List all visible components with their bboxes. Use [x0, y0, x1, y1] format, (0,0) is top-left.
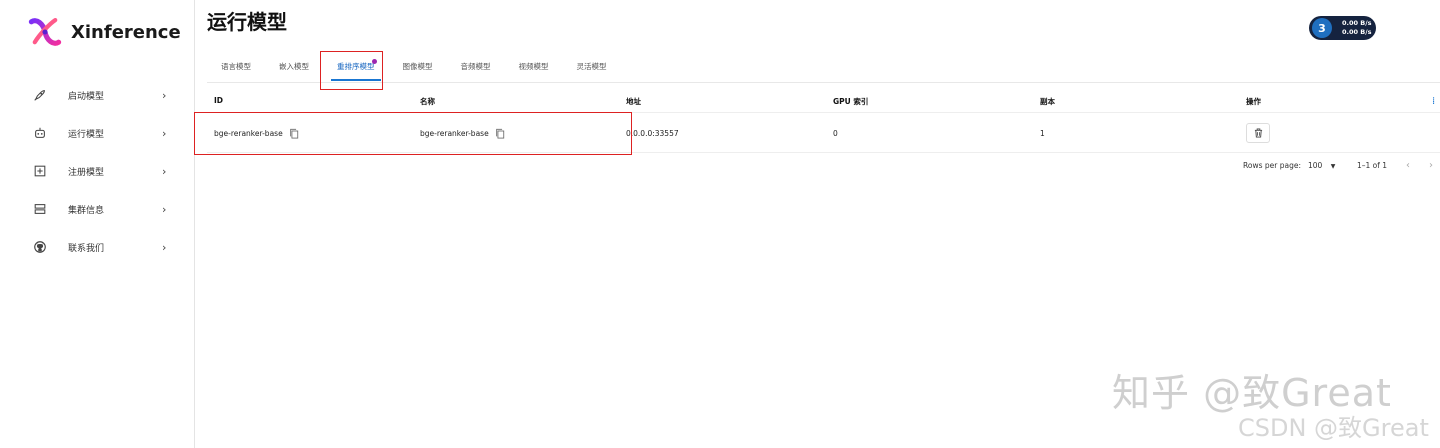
tab-label: 图像模型: [402, 61, 433, 71]
sidebar-item-label: 运行模型: [68, 129, 105, 140]
tab-audio-models[interactable]: 音频模型: [447, 50, 505, 82]
sidebar-item-register-model[interactable]: 注册模型 ›: [0, 156, 194, 186]
tab-label: 视频模型: [518, 61, 549, 71]
column-header-name: 名称: [420, 97, 435, 106]
rocket-icon: [33, 88, 47, 102]
column-header-id: ID: [214, 96, 224, 105]
rows-per-page-value: 100: [1308, 161, 1323, 170]
network-speed-icon: 3: [1312, 18, 1332, 38]
chevron-right-icon: ›: [162, 240, 167, 254]
tab-label: 嵌入模型: [279, 61, 309, 71]
column-settings-icon[interactable]: ⁞: [1432, 96, 1435, 107]
rows-per-page-select[interactable]: 100 ▼: [1308, 161, 1335, 170]
chevron-right-icon: ›: [162, 164, 167, 178]
tab-language-models[interactable]: 语言模型: [207, 50, 265, 82]
highlight-box-model-row: [194, 112, 632, 155]
sidebar-item-label: 集群信息: [68, 205, 105, 216]
tabs-divider: [207, 82, 1440, 83]
dropdown-arrow-icon: ▼: [1330, 163, 1336, 170]
chevron-right-icon: ›: [162, 202, 167, 216]
github-icon: [33, 240, 47, 254]
sidebar-item-label: 注册模型: [68, 167, 105, 178]
app-logo[interactable]: Xinference: [28, 15, 181, 49]
sidebar-item-running-models[interactable]: 运行模型 ›: [0, 118, 194, 148]
robot-icon: [33, 126, 47, 140]
tab-flexible-models[interactable]: 灵活模型: [563, 50, 621, 82]
rows-per-page-label: Rows per page:: [1243, 161, 1301, 170]
cell-address: 0.0.0.0:33557: [626, 129, 679, 138]
previous-page-button[interactable]: ‹: [1406, 160, 1410, 171]
cell-replica: 1: [1040, 129, 1045, 138]
sidebar-item-contact-us[interactable]: 联系我们 ›: [0, 232, 194, 262]
sidebar: Xinference 启动模型 › 运行模型 › 注册模型 › 集群信息 › 联…: [0, 0, 195, 448]
csdn-watermark: CSDN @致Great: [1238, 414, 1429, 442]
column-header-gpu-index: GPU 索引: [833, 97, 869, 106]
model-type-tabs: 语言模型 嵌入模型 重排序模型 图像模型 音频模型 视频模型 灵活模型: [207, 50, 621, 82]
sidebar-item-launch-model[interactable]: 启动模型 ›: [0, 80, 194, 110]
chevron-right-icon: ›: [162, 88, 167, 102]
network-speed-badge: 3 0.00 B/s 0.00 B/s: [1309, 16, 1376, 40]
delete-model-button[interactable]: [1246, 123, 1270, 143]
app-name: Xinference: [71, 21, 181, 43]
xinference-logo-icon: [28, 17, 62, 46]
tab-image-models[interactable]: 图像模型: [389, 50, 447, 82]
chevron-right-icon: ›: [162, 126, 167, 140]
column-header-actions: 操作: [1246, 97, 1261, 106]
sidebar-item-label: 启动模型: [68, 91, 105, 102]
storage-icon: [33, 202, 47, 216]
upload-rate: 0.00 B/s: [1342, 19, 1372, 27]
tab-label: 灵活模型: [576, 61, 607, 71]
tab-label: 语言模型: [221, 61, 251, 71]
next-page-button[interactable]: ›: [1429, 160, 1433, 171]
tab-video-models[interactable]: 视频模型: [505, 50, 563, 82]
add-box-icon: [33, 164, 47, 178]
trash-icon: [1254, 128, 1262, 138]
tab-label: 音频模型: [460, 61, 491, 71]
sidebar-item-cluster-info[interactable]: 集群信息 ›: [0, 194, 194, 224]
download-rate: 0.00 B/s: [1342, 28, 1372, 36]
sidebar-item-label: 联系我们: [68, 243, 105, 254]
cell-gpu-index: 0: [833, 129, 838, 138]
page-title: 运行模型: [207, 10, 287, 34]
tab-embedding-models[interactable]: 嵌入模型: [265, 50, 323, 82]
column-header-address: 地址: [626, 97, 641, 106]
pagination-range: 1–1 of 1: [1357, 161, 1388, 170]
column-header-replica: 副本: [1040, 97, 1055, 106]
highlight-box-rerank-tab: [320, 51, 383, 90]
